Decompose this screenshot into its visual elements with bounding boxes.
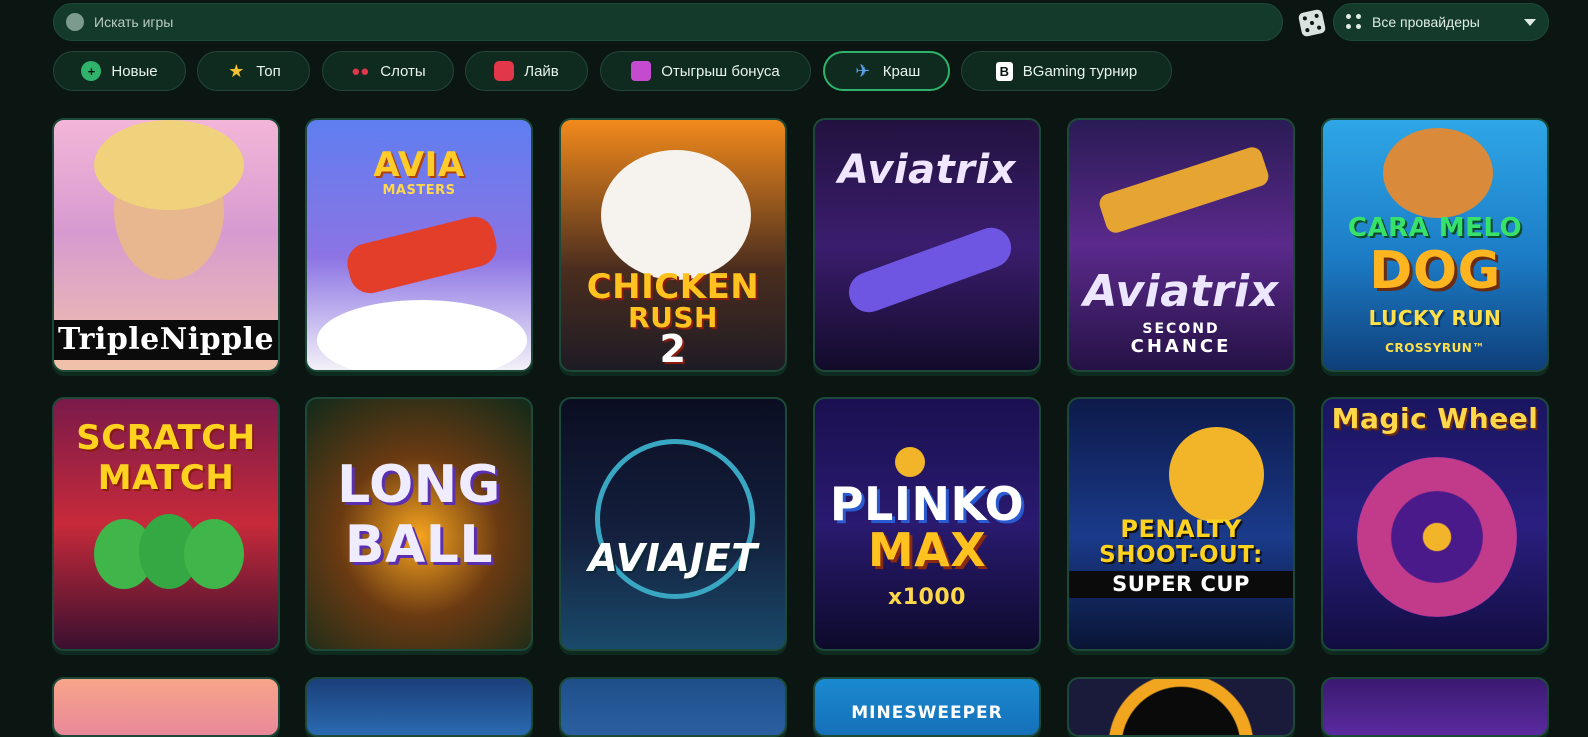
- game-subtitle: MATCH: [97, 458, 235, 498]
- game-title: CARA MELO: [1347, 213, 1523, 243]
- game-card-aviatrix[interactable]: Aviatrix: [813, 118, 1041, 372]
- random-game-dice-icon[interactable]: [1297, 8, 1327, 38]
- game-card-chicken-rush-2[interactable]: CHICKEN RUSH 2: [559, 118, 787, 372]
- game-card-plinko-max[interactable]: PLINKO MAX x1000: [813, 397, 1041, 651]
- cloud-art: [317, 300, 527, 370]
- tab-label: Новые: [111, 62, 158, 80]
- ball-icon: [895, 447, 925, 477]
- top-bar: Все провайдеры: [0, 0, 1588, 48]
- providers-grid-icon: [1346, 14, 1362, 30]
- game-subtitle: MAX: [867, 523, 987, 577]
- game-card[interactable]: [52, 677, 280, 737]
- game-subtitle: SECOND: [1142, 321, 1220, 337]
- game-card[interactable]: [1321, 677, 1549, 737]
- dog-art: [1383, 128, 1493, 218]
- jet-art: [1096, 144, 1272, 236]
- cherry-icon: ●●: [351, 62, 370, 80]
- chicken-art: [601, 150, 751, 280]
- game-card-caramelo-dog[interactable]: CARA MELO DOG LUCKY RUN CROSSYRUN™: [1321, 118, 1549, 372]
- tab-slots[interactable]: ●● Слоты: [322, 51, 454, 91]
- game-card-minesweeper[interactable]: MINESWEEPER: [813, 677, 1041, 737]
- game-extra: 2: [659, 327, 687, 371]
- game-card-triple-nipple[interactable]: TripleNipple: [52, 118, 280, 372]
- game-title: PLINKO: [829, 477, 1025, 531]
- game-subtitle: SHOOT-OUT:: [1099, 542, 1263, 568]
- game-card-avia-masters[interactable]: AVIA MASTERS: [305, 118, 533, 372]
- search-input[interactable]: [94, 14, 994, 30]
- star-icon: ★: [228, 60, 245, 81]
- game-extra: LUCKY RUN: [1368, 306, 1502, 330]
- tab-label: BGaming турнир: [1022, 62, 1138, 80]
- bgaming-logo-icon: B: [995, 61, 1013, 81]
- game-title: AVIAJET: [588, 536, 758, 580]
- plane-art: [343, 212, 501, 298]
- game-extra2: CROSSYRUN™: [1385, 341, 1485, 355]
- game-card[interactable]: [1067, 677, 1295, 737]
- game-title: Magic Wheel: [1331, 402, 1539, 435]
- game-card-scratch-match[interactable]: SCRATCH MATCH: [52, 397, 280, 651]
- game-card-aviatrix-second-chance[interactable]: Aviatrix SECOND CHANCE: [1067, 118, 1295, 372]
- chevron-down-icon: [1524, 19, 1536, 26]
- plus-icon: +: [81, 61, 102, 81]
- game-card[interactable]: [305, 677, 533, 737]
- game-card-long-ball[interactable]: LONG BALL: [305, 397, 533, 651]
- tab-top[interactable]: ★ Топ: [197, 51, 310, 91]
- game-card-magic-wheel[interactable]: Magic Wheel: [1321, 397, 1549, 651]
- game-subtitle: BALL: [344, 515, 494, 575]
- tab-label: Слоты: [380, 62, 426, 80]
- wheel-art: [1357, 457, 1517, 617]
- money-bag-icon: [184, 519, 244, 589]
- game-card[interactable]: [559, 677, 787, 737]
- tab-label: Топ: [256, 62, 281, 80]
- game-subtitle: MASTERS: [382, 183, 456, 198]
- game-title: LONG: [337, 455, 501, 515]
- game-card-aviajet[interactable]: AVIAJET: [559, 397, 787, 651]
- tab-new[interactable]: + Новые: [53, 51, 186, 91]
- game-title: PENALTY: [1120, 515, 1242, 543]
- tab-label: Лайв: [524, 62, 559, 80]
- game-title: TripleNipple: [54, 320, 278, 360]
- tab-bgaming-tournament[interactable]: B BGaming турнир: [961, 51, 1172, 91]
- game-title: MINESWEEPER: [851, 703, 1003, 723]
- game-extra: x1000: [888, 585, 966, 610]
- search-bar[interactable]: [53, 3, 1283, 41]
- plane-icon: ✈: [855, 60, 871, 81]
- tab-live[interactable]: Лайв: [465, 51, 588, 91]
- game-title: Aviatrix: [838, 147, 1016, 193]
- game-subtitle: DOG: [1369, 241, 1501, 301]
- game-extra: CHANCE: [1130, 336, 1232, 357]
- provider-select-label: Все провайдеры: [1372, 14, 1480, 30]
- search-icon: [66, 13, 84, 31]
- tab-crash[interactable]: ✈ Краш: [823, 51, 950, 91]
- game-title: Aviatrix: [1083, 266, 1279, 317]
- gift-icon: [631, 61, 652, 81]
- game-card-penalty-shootout[interactable]: PENALTY SHOOT-OUT: SUPER CUP: [1067, 397, 1295, 651]
- ball-art: [1169, 427, 1264, 522]
- provider-select[interactable]: Все провайдеры: [1333, 3, 1549, 41]
- chip-icon: [494, 61, 515, 81]
- game-title: AVIA: [373, 145, 465, 185]
- game-title: SCRATCH: [76, 418, 256, 458]
- game-title: CHICKEN: [586, 267, 760, 307]
- game-extra: SUPER CUP: [1069, 571, 1293, 598]
- tab-bonus-wagering[interactable]: Отыгрыш бонуса: [600, 51, 811, 91]
- hair-art: [94, 120, 244, 210]
- tab-label: Краш: [882, 62, 921, 80]
- plane-art: [843, 222, 1017, 318]
- tab-label: Отыгрыш бонуса: [661, 62, 780, 80]
